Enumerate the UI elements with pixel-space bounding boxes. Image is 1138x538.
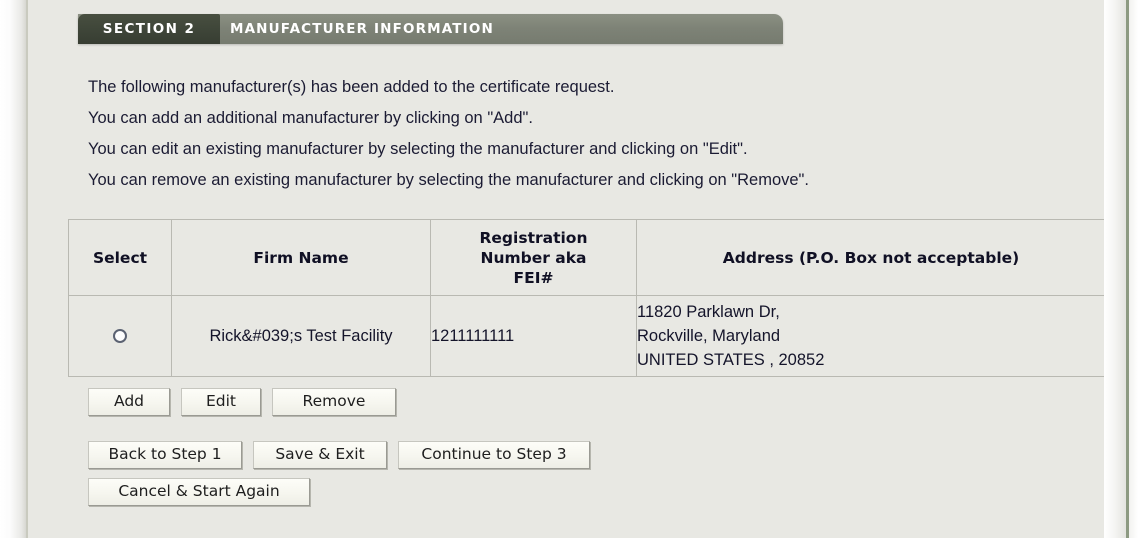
intro-line-3: You can edit an existing manufacturer by… [88, 140, 748, 158]
column-header-registration-line-2: Number aka [480, 248, 587, 267]
frame-edge-right [1129, 0, 1138, 538]
address-line-1: 11820 Parklawn Dr, [637, 303, 780, 321]
back-to-step-1-button[interactable]: Back to Step 1 [88, 441, 242, 469]
address-line-2: Rockville, Maryland [637, 327, 781, 345]
cell-firm-name: Rick&#039;s Test Facility [171, 295, 431, 377]
column-header-registration-number: Registration Number aka FEI# [430, 219, 637, 296]
column-header-address: Address (P.O. Box not acceptable) [636, 219, 1106, 296]
cancel-and-start-again-button[interactable]: Cancel & Start Again [88, 478, 310, 506]
page-frame: SECTION 2 MANUFACTURER INFORMATION The f… [0, 0, 1138, 538]
address-line-3: UNITED STATES , 20852 [637, 351, 825, 369]
edit-button[interactable]: Edit [181, 388, 261, 416]
page-content: SECTION 2 MANUFACTURER INFORMATION The f… [28, 0, 1106, 538]
intro-line-1: The following manufacturer(s) has been a… [88, 78, 615, 96]
intro-line-4: You can remove an existing manufacturer … [88, 171, 809, 189]
frame-gutter-left [0, 0, 26, 538]
column-header-registration-line-3: FEI# [513, 268, 554, 287]
manufacturer-table: Select Firm Name Registration Number aka… [68, 219, 1106, 377]
column-header-select: Select [68, 219, 172, 296]
section-banner-label: MANUFACTURER INFORMATION [230, 21, 494, 37]
intro-line-2: You can add an additional manufacturer b… [88, 109, 533, 127]
cancel-actions-row: Cancel & Start Again [88, 478, 310, 506]
intro-text: The following manufacturer(s) has been a… [88, 72, 1088, 196]
section-header: SECTION 2 MANUFACTURER INFORMATION [78, 14, 783, 44]
remove-button[interactable]: Remove [272, 388, 396, 416]
cell-select [68, 295, 172, 377]
section-tab-label: SECTION 2 [102, 21, 196, 37]
cell-registration-number: 1211111111 [430, 295, 637, 377]
cell-address: 11820 Parklawn Dr, Rockville, Maryland U… [636, 295, 1106, 377]
record-actions-row: Add Edit Remove [88, 388, 396, 416]
column-header-registration-line-1: Registration [479, 228, 588, 247]
navigation-actions-row: Back to Step 1 Save & Exit Continue to S… [88, 441, 590, 469]
column-header-firm-name: Firm Name [171, 219, 431, 296]
row-select-radio[interactable] [113, 329, 127, 344]
add-button[interactable]: Add [88, 388, 170, 416]
frame-gutter-right [1104, 0, 1126, 538]
save-and-exit-button[interactable]: Save & Exit [253, 441, 387, 469]
continue-to-step-3-button[interactable]: Continue to Step 3 [398, 441, 590, 469]
table-row: Rick&#039;s Test Facility 1211111111 118… [68, 295, 1106, 377]
table-header-row: Select Firm Name Registration Number aka… [68, 219, 1106, 296]
